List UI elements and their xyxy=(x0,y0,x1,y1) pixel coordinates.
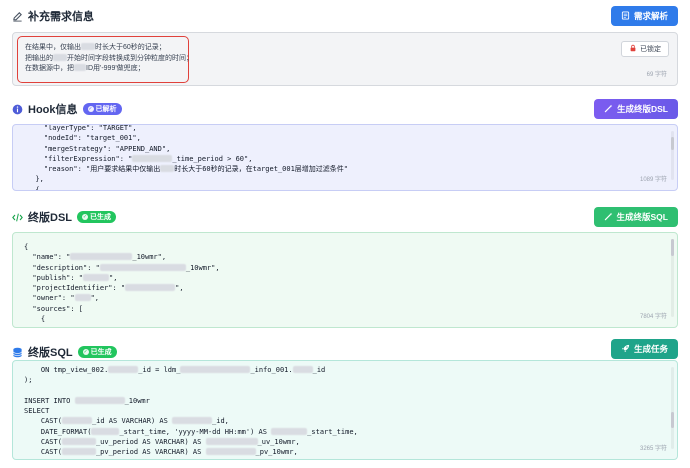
sql-title-text: 终版SQL xyxy=(28,347,73,359)
supplement-text: 在结果中，仅输出 时长大于60秒的记录； 把输出的 开始时间字段转换成到分钟粒度的时… xyxy=(25,43,193,75)
dsl-section: 终版DSL ✓ 已生成 生成终版SQL { "name": " _10wmr", … xyxy=(12,205,678,328)
supplement-textarea[interactable]: 在结果中，仅输出 时长大于60秒的记录； 把输出的 开始时间字段转换成到分钟粒度的时… xyxy=(12,32,678,86)
locked-button[interactable]: 已锁定 xyxy=(621,41,669,57)
supplement-char-count: 69 字符 xyxy=(646,71,667,78)
database-icon xyxy=(12,347,23,358)
hook-line: "layerType": "TARGET", xyxy=(27,124,137,132)
sql-line: INSERT INTO _10wmr xyxy=(24,396,150,405)
check-icon: ✓ xyxy=(82,349,89,355)
generate-final-dsl-label: 生成终版DSL xyxy=(616,104,668,114)
supplement-title-text: 补充需求信息 xyxy=(28,11,94,23)
hook-line: "filterExpression": " _time_period > 60", xyxy=(27,154,253,163)
sql-line: ); xyxy=(24,376,33,385)
hook-line: }, xyxy=(27,175,44,184)
sql-section: 终版SQL ✓ 已生成 生成任务 ON tmp_view_002. _id = l… xyxy=(12,339,678,460)
generate-final-sql-button[interactable]: 生成终版SQL xyxy=(593,207,678,227)
hook-line: "reason": "用户要求结果中仅输出 时长大于60秒的记录，在target_… xyxy=(27,165,349,174)
supplement-header: 补充需求信息 需求解析 xyxy=(12,4,678,28)
dsl-status-label: 已生成 xyxy=(90,214,111,221)
lock-icon xyxy=(629,44,637,54)
dsl-line: "name": " _10wmr", xyxy=(24,253,167,262)
dsl-title: 终版DSL ✓ 已生成 xyxy=(12,209,116,225)
supplement-line-2a: 把输出的 xyxy=(25,54,53,62)
supplement-line-1a: 在结果中，仅输出 xyxy=(25,44,81,51)
sql-code-box[interactable]: ON tmp_view_002. _id = ldm_ _info_001. _id … xyxy=(12,360,678,460)
hook-line: "mergeStrategy": "APPEND_AND", xyxy=(27,144,171,153)
dsl-header: 终版DSL ✓ 已生成 生成终版SQL xyxy=(12,205,678,229)
dsl-line: "sources": [ xyxy=(24,304,84,313)
sql-line: CAST(_id AS VARCHAR) AS _id, xyxy=(24,417,229,426)
supplement-section: 补充需求信息 需求解析 在结果中，仅输出 时长大于60秒的记录； 把输出的 开始时间… xyxy=(12,4,678,86)
sql-scrollbar[interactable] xyxy=(671,367,674,449)
dsl-code-box[interactable]: { "name": " _10wmr", "description": " _10w… xyxy=(12,232,678,328)
dsl-line: "description": " _10wmr", xyxy=(24,263,220,272)
dsl-scrollbar[interactable] xyxy=(671,239,674,317)
check-icon: ✓ xyxy=(87,106,94,112)
document-icon xyxy=(621,10,630,22)
hook-scrollbar[interactable] xyxy=(671,131,674,180)
sql-line: SELECT xyxy=(24,407,50,416)
hook-section: Hook信息 ✓ 已解析 生成终版DSL "layerType": "TARGE… xyxy=(12,97,678,191)
hook-status-badge: ✓ 已解析 xyxy=(82,103,122,115)
sql-code: ON tmp_view_002. _id = ldm_ _info_001. _id … xyxy=(24,365,358,458)
wand-icon xyxy=(604,212,613,223)
code-icon xyxy=(12,212,23,223)
hook-line: "nodeId": "target_001", xyxy=(27,134,141,143)
dsl-line: "owner": " ", xyxy=(24,294,100,303)
dsl-line: "publish": " ", xyxy=(24,273,118,282)
sql-status-badge: ✓ 已生成 xyxy=(77,346,117,358)
sql-status-label: 已生成 xyxy=(90,349,112,356)
dsl-line: { xyxy=(24,243,29,251)
sql-line xyxy=(24,386,358,396)
generate-final-sql-label: 生成终版SQL xyxy=(616,212,668,222)
rocket-icon xyxy=(621,344,630,355)
supplement-line-2b: 开始时间字段转换成到分钟粒度的时间； xyxy=(67,54,193,62)
sql-title: 终版SQL ✓ 已生成 xyxy=(12,344,117,360)
hook-line: { xyxy=(27,185,40,191)
dsl-code: { "name": " _10wmr", "description": " _10w… xyxy=(24,242,220,324)
info-icon xyxy=(12,104,23,115)
check-icon: ✓ xyxy=(82,214,88,220)
sql-line: ON tmp_view_002. _id = ldm_ _info_001. _id xyxy=(24,366,326,374)
generate-task-label: 生成任务 xyxy=(633,344,668,354)
supplement-line-3b: ID用'-999'做兜底； xyxy=(86,65,145,72)
hook-char-count: 1089 字符 xyxy=(639,176,667,183)
hook-title-text: Hook信息 xyxy=(28,104,78,116)
edit-icon xyxy=(12,11,23,22)
sql-line: CAST(_pv_period AS VARCHAR) AS _pv_10wmr… xyxy=(24,448,298,457)
supplement-line-3a: 在数据源中，把 xyxy=(25,65,74,72)
hook-header: Hook信息 ✓ 已解析 生成终版DSL xyxy=(12,97,678,121)
sql-char-count: 3265 字符 xyxy=(639,445,667,452)
hook-code-box[interactable]: "layerType": "TARGET", "nodeId": "target… xyxy=(12,124,678,191)
supplement-title: 补充需求信息 xyxy=(12,8,94,24)
dsl-status-badge: ✓ 已生成 xyxy=(77,211,116,223)
generate-task-button[interactable]: 生成任务 xyxy=(610,339,678,359)
hook-code: "layerType": "TARGET", "nodeId": "target… xyxy=(27,124,349,191)
dsl-title-text: 终版DSL xyxy=(28,212,72,224)
hook-title: Hook信息 ✓ 已解析 xyxy=(12,101,122,117)
supplement-line-1b: 时长大于60秒的记录； xyxy=(95,44,166,51)
dsl-line: "projectIdentifier": " ", xyxy=(24,284,184,293)
parse-requirements-label: 需求解析 xyxy=(633,11,668,21)
wand-icon xyxy=(604,104,613,115)
sql-line: DATE_FORMAT(_start_time, 'yyyy-MM-dd HH:… xyxy=(24,427,358,436)
dsl-line: { xyxy=(24,315,46,324)
parse-requirements-button[interactable]: 需求解析 xyxy=(610,6,678,26)
locked-label: 已锁定 xyxy=(640,46,661,53)
generate-final-dsl-button[interactable]: 生成终版DSL xyxy=(593,99,678,119)
sql-line: CAST(_uv_period AS VARCHAR) AS _uv_10wmr… xyxy=(24,438,300,447)
hook-status-label: 已解析 xyxy=(95,106,117,113)
dsl-char-count: 7804 字符 xyxy=(639,313,667,320)
